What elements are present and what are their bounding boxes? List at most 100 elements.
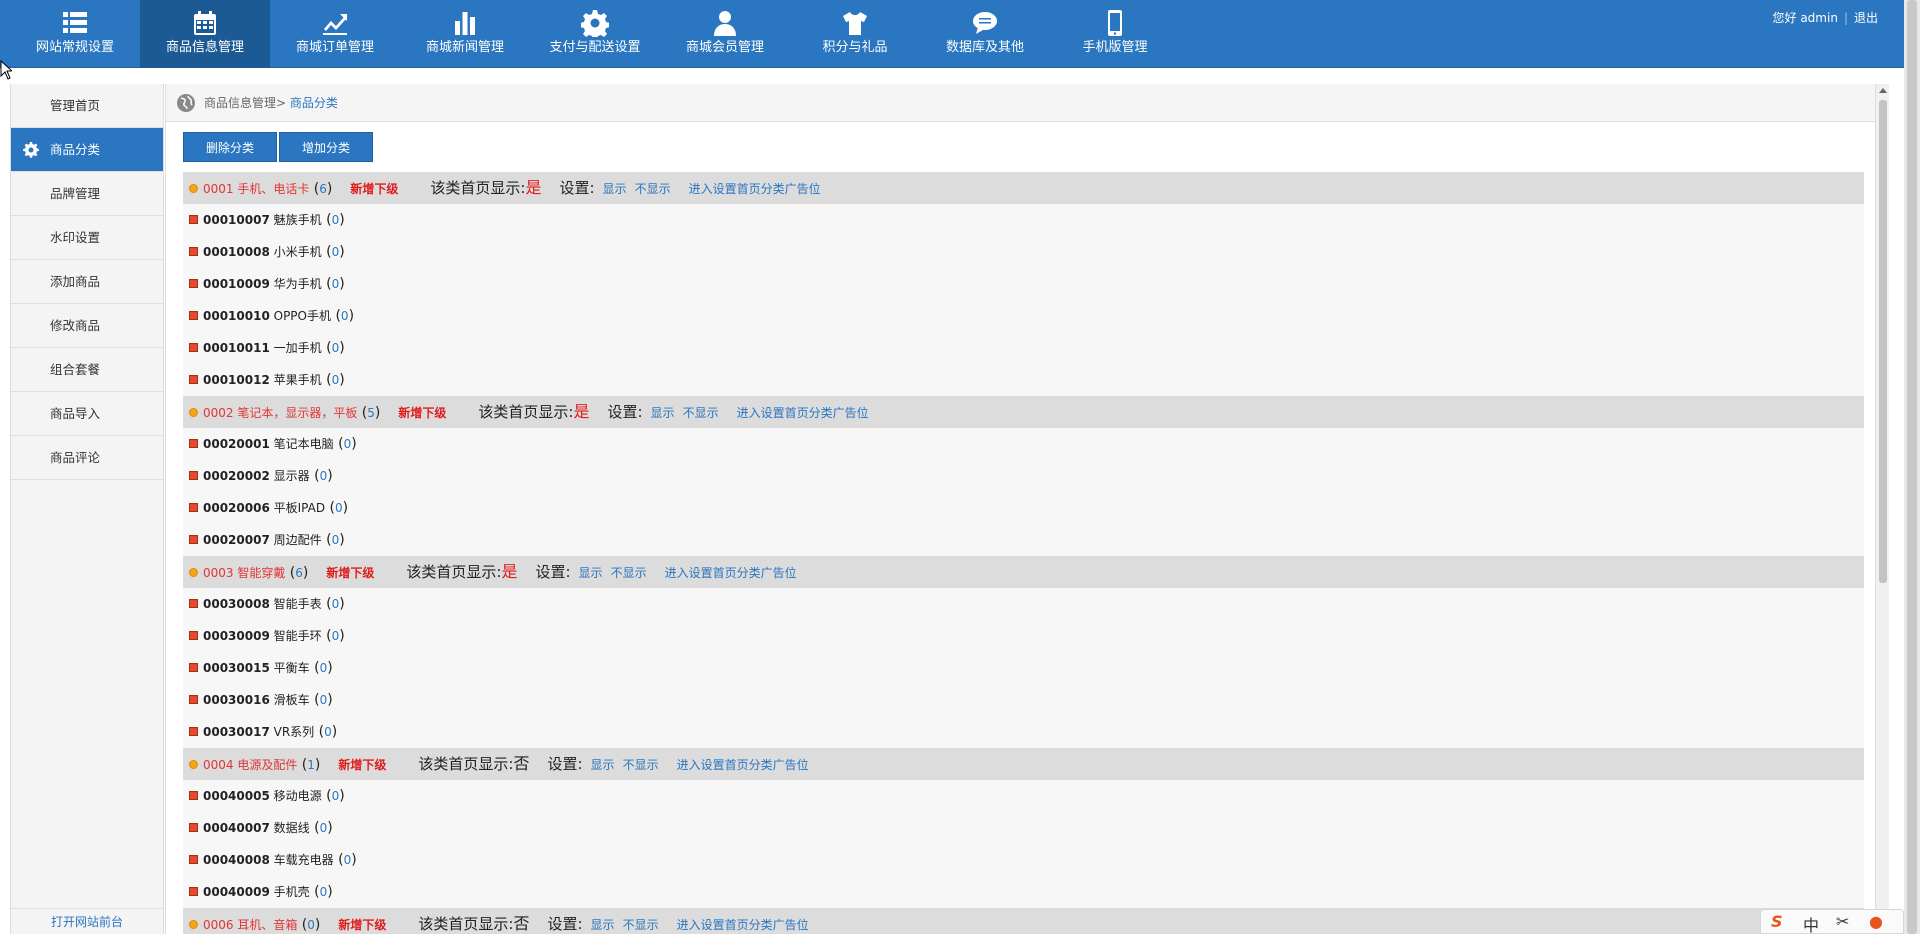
ime-mode[interactable]: 中 [1803, 912, 1819, 934]
ad-settings-link[interactable]: 进入设置首页分类广告位 [677, 758, 809, 772]
nav-database-other[interactable]: 数据库及其他 [920, 0, 1050, 68]
ad-settings-link[interactable]: 进入设置首页分类广告位 [689, 182, 821, 196]
subcategory-row[interactable]: 00020007 周边配件 (0) [183, 524, 1864, 556]
subcategory-row[interactable]: 00020002 显示器 (0) [183, 460, 1864, 492]
subcategory-name[interactable]: 显示器 [274, 469, 310, 483]
subcategory-row[interactable]: 00030015 平衡车 (0) [183, 652, 1864, 684]
category-count: (5) [357, 405, 381, 421]
hide-link[interactable]: 不显示 [623, 758, 659, 772]
subcategory-name[interactable]: 数据线 [274, 821, 310, 835]
skin-icon[interactable]: ● [1869, 912, 1883, 931]
sidebar-item-bundle[interactable]: 组合套餐 [11, 348, 163, 392]
bullet-icon [189, 663, 198, 672]
bullet-icon [189, 631, 198, 640]
sidebar-item-add-product[interactable]: 添加商品 [11, 260, 163, 304]
scroll-thumb[interactable] [1879, 100, 1887, 583]
category-name[interactable]: 0001 手机、电话卡 [203, 182, 309, 196]
subcategory-name[interactable]: 智能手表 [274, 597, 322, 611]
show-link[interactable]: 显示 [651, 406, 675, 420]
sidebar-item-watermark[interactable]: 水印设置 [11, 216, 163, 260]
subcategory-name[interactable]: 滑板车 [274, 693, 310, 707]
subcategory-row[interactable]: 00040007 数据线 (0) [183, 812, 1864, 844]
nav-payment-shipping[interactable]: 支付与配送设置 [530, 0, 660, 68]
show-link[interactable]: 显示 [579, 566, 603, 580]
subcategory-name[interactable]: 平衡车 [274, 661, 310, 675]
subcategory-name[interactable]: 笔记本电脑 [274, 437, 334, 451]
subcategory-name[interactable]: 小米手机 [274, 245, 322, 259]
scroll-up-arrow[interactable] [1879, 88, 1887, 93]
sidebar-item-reviews[interactable]: 商品评论 [11, 436, 163, 480]
subcategory-name[interactable]: 魅族手机 [274, 213, 322, 227]
subcategory-name[interactable]: 苹果手机 [274, 373, 322, 387]
subcategory-name[interactable]: 车载充电器 [274, 853, 334, 867]
add-child-link[interactable]: 新增下级 [350, 182, 398, 196]
subcategory-row[interactable]: 00010009 华为手机 (0) [183, 268, 1864, 300]
subcategory-name[interactable]: 周边配件 [274, 533, 322, 547]
subcategory-row[interactable]: 00020006 平板IPAD (0) [183, 492, 1864, 524]
nav-news-management[interactable]: 商城新闻管理 [400, 0, 530, 68]
add-child-link[interactable]: 新增下级 [338, 758, 386, 772]
sidebar-item-import[interactable]: 商品导入 [11, 392, 163, 436]
subcategory-row[interactable]: 00030016 滑板车 (0) [183, 684, 1864, 716]
subcategory-row[interactable]: 00020001 笔记本电脑 (0) [183, 428, 1864, 460]
sidebar-item-brand[interactable]: 品牌管理 [11, 172, 163, 216]
open-frontend-link[interactable]: 打开网站前台 [11, 908, 163, 934]
subcategory-row[interactable]: 00030008 智能手表 (0) [183, 588, 1864, 620]
nav-member-management[interactable]: 商城会员管理 [660, 0, 790, 68]
subcategory-name[interactable]: 平板IPAD [274, 501, 325, 515]
delete-category-button[interactable]: 删除分类 [183, 132, 278, 162]
subcategory-row[interactable]: 00040009 手机壳 (0) [183, 876, 1864, 908]
subcategory-row[interactable]: 00010011 一加手机 (0) [183, 332, 1864, 364]
show-link[interactable]: 显示 [603, 182, 627, 196]
content-scrollbar[interactable] [1875, 84, 1889, 934]
ad-settings-link[interactable]: 进入设置首页分类广告位 [665, 566, 797, 580]
show-link[interactable]: 显示 [591, 918, 615, 932]
subcategory-name[interactable]: OPPO手机 [274, 309, 331, 323]
subcategory-row[interactable]: 00030017 VR系列 (0) [183, 716, 1864, 748]
nav-product-management[interactable]: 商品信息管理 [140, 0, 270, 68]
hide-link[interactable]: 不显示 [623, 918, 659, 932]
subcategory-row[interactable]: 00010007 魅族手机 (0) [183, 204, 1864, 236]
show-link[interactable]: 显示 [591, 758, 615, 772]
nav-label: 手机版管理 [1082, 40, 1148, 55]
subcategory-row[interactable]: 00040005 移动电源 (0) [183, 780, 1864, 812]
window-scrollbar[interactable] [1904, 0, 1920, 934]
subcategory-row[interactable]: 00010008 小米手机 (0) [183, 236, 1864, 268]
sidebar-item-edit-product[interactable]: 修改商品 [11, 304, 163, 348]
nav-mobile-management[interactable]: 手机版管理 [1050, 0, 1180, 68]
hide-link[interactable]: 不显示 [635, 182, 671, 196]
nav-site-settings[interactable]: 网站常规设置 [10, 0, 140, 68]
subcategory-row[interactable]: 00010012 苹果手机 (0) [183, 364, 1864, 396]
sidebar-item-category[interactable]: 商品分类 [11, 128, 163, 172]
window-scroll-thumb[interactable] [1907, 0, 1917, 934]
add-category-button[interactable]: 增加分类 [279, 132, 374, 162]
subcategory-name[interactable]: 移动电源 [274, 789, 322, 803]
scissors-icon[interactable]: ✂ [1836, 912, 1849, 931]
nav-order-management[interactable]: 商城订单管理 [270, 0, 400, 68]
subcategory-row[interactable]: 00010010 OPPO手机 (0) [183, 300, 1864, 332]
hide-link[interactable]: 不显示 [611, 566, 647, 580]
subcategory-name[interactable]: 华为手机 [274, 277, 322, 291]
subcategory-row[interactable]: 00030009 智能手环 (0) [183, 620, 1864, 652]
add-child-link[interactable]: 新增下级 [326, 566, 374, 580]
breadcrumb-parent[interactable]: 商品信息管理> [204, 96, 286, 110]
category-name[interactable]: 0002 笔记本，显示器，平板 [203, 406, 357, 420]
logout-link[interactable]: 退出 [1854, 11, 1878, 25]
subcategory-name[interactable]: 智能手环 [274, 629, 322, 643]
category-name[interactable]: 0006 耳机、音箱 [203, 918, 297, 932]
subcategory-row[interactable]: 00040008 车载充电器 (0) [183, 844, 1864, 876]
ad-settings-link[interactable]: 进入设置首页分类广告位 [677, 918, 809, 932]
ime-toolbar[interactable]: S 中 ✂ ● [1760, 909, 1904, 934]
sidebar-item-home[interactable]: 管理首页 [11, 84, 163, 128]
hide-link[interactable]: 不显示 [683, 406, 719, 420]
add-child-link[interactable]: 新增下级 [398, 406, 446, 420]
nav-points-gifts[interactable]: 积分与礼品 [790, 0, 920, 68]
category-name[interactable]: 0004 电源及配件 [203, 758, 297, 772]
ad-settings-link[interactable]: 进入设置首页分类广告位 [737, 406, 869, 420]
subcategory-name[interactable]: VR系列 [274, 725, 315, 739]
add-child-link[interactable]: 新增下级 [338, 918, 386, 932]
subcategory-name[interactable]: 一加手机 [274, 341, 322, 355]
subcategory-name[interactable]: 手机壳 [274, 885, 310, 899]
category-name[interactable]: 0003 智能穿戴 [203, 566, 285, 580]
count-value: 0 [331, 373, 340, 387]
